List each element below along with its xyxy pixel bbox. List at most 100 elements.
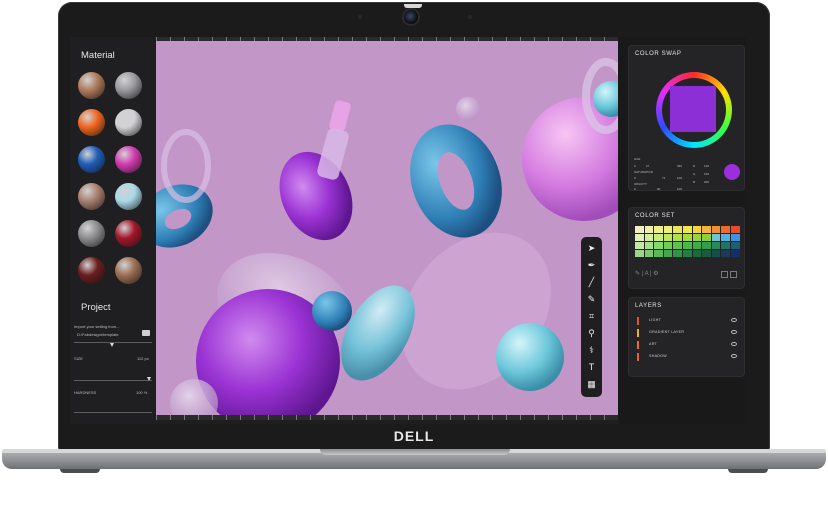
palette-swatch[interactable] bbox=[673, 226, 683, 233]
sensor-dot bbox=[358, 15, 362, 19]
edit-tools-icon[interactable]: ✎ | A | ⚙ bbox=[635, 270, 659, 277]
layer-row[interactable]: SHADOW bbox=[637, 352, 739, 362]
design-canvas[interactable] bbox=[156, 41, 618, 415]
burgundy-sphere-icon[interactable] bbox=[78, 257, 105, 284]
eyedropper-tool-icon[interactable]: ⚕ bbox=[586, 345, 597, 356]
eye-icon[interactable] bbox=[731, 354, 737, 358]
palette-swatch[interactable] bbox=[635, 226, 645, 233]
palette-swatch[interactable] bbox=[663, 250, 674, 257]
palette-swatch[interactable] bbox=[730, 242, 741, 249]
layer-color-bar bbox=[637, 341, 639, 349]
palette-swatch[interactable] bbox=[635, 242, 645, 249]
palette-swatch[interactable] bbox=[682, 242, 693, 249]
delete-swatch-icon[interactable] bbox=[730, 271, 737, 278]
palette-swatch[interactable] bbox=[702, 226, 712, 233]
palette-swatch[interactable] bbox=[663, 234, 674, 241]
copper-sphere-icon[interactable] bbox=[78, 72, 105, 99]
palette-swatch[interactable] bbox=[654, 234, 664, 241]
privacy-shutter bbox=[404, 4, 422, 8]
crop-tool-icon[interactable]: ⌗ bbox=[586, 311, 597, 322]
palette-swatch[interactable] bbox=[644, 226, 655, 233]
palette-swatch[interactable] bbox=[654, 226, 664, 233]
zoom-tool-icon[interactable]: ⚲ bbox=[586, 328, 597, 339]
laptop-base bbox=[2, 449, 826, 469]
palette-swatch[interactable] bbox=[654, 242, 664, 249]
tan-sphere-icon[interactable] bbox=[115, 257, 142, 284]
orange-sphere-icon[interactable] bbox=[78, 109, 105, 136]
palette-swatch[interactable] bbox=[702, 242, 712, 249]
palette-swatch[interactable] bbox=[711, 234, 722, 241]
palette-swatch[interactable] bbox=[692, 234, 703, 241]
webcam-icon bbox=[404, 10, 418, 24]
size-slider[interactable] bbox=[74, 380, 152, 381]
r-label: R bbox=[693, 164, 696, 168]
palette-swatch[interactable] bbox=[711, 250, 722, 257]
eye-icon[interactable] bbox=[731, 330, 737, 334]
palette-swatch[interactable] bbox=[692, 250, 703, 257]
palette-swatch[interactable] bbox=[635, 250, 645, 257]
g-label: G bbox=[693, 172, 696, 176]
palette-swatch[interactable] bbox=[644, 242, 655, 249]
palette-swatch[interactable] bbox=[692, 226, 703, 233]
layer-row[interactable]: GRADIENT LAYER bbox=[637, 328, 739, 338]
pen-tool-icon[interactable]: ✒ bbox=[586, 260, 597, 271]
palette-swatch[interactable] bbox=[702, 234, 712, 241]
palette-swatch[interactable] bbox=[721, 234, 731, 241]
palette-swatch[interactable] bbox=[730, 226, 741, 233]
palette-swatch[interactable] bbox=[721, 250, 731, 257]
white-sphere-icon[interactable] bbox=[115, 109, 142, 136]
opacity-min: 0 bbox=[634, 187, 636, 191]
layer-color-bar bbox=[637, 317, 639, 325]
current-color-dot[interactable] bbox=[724, 164, 740, 180]
lid-opening-notch bbox=[320, 449, 510, 455]
bronze-sphere-icon[interactable] bbox=[78, 183, 105, 210]
eye-icon[interactable] bbox=[731, 318, 737, 322]
hardness-slider[interactable] bbox=[74, 412, 152, 413]
palette-swatch[interactable] bbox=[692, 242, 703, 249]
select-arrow-tool-icon[interactable]: ➤ bbox=[586, 243, 597, 254]
palette-swatch[interactable] bbox=[682, 234, 693, 241]
marble-sphere-icon[interactable] bbox=[78, 220, 105, 247]
import-path[interactable]: D:\Fabdesignr\template bbox=[77, 332, 119, 337]
gradient-tool-icon[interactable]: ▦ bbox=[586, 379, 597, 390]
glass-sphere-icon[interactable] bbox=[115, 183, 142, 210]
layer-row[interactable]: LIGHT bbox=[637, 316, 739, 326]
palette-swatch[interactable] bbox=[673, 250, 683, 257]
palette-row bbox=[635, 234, 741, 241]
palette-swatch[interactable] bbox=[682, 250, 693, 257]
folder-icon[interactable] bbox=[142, 330, 150, 336]
palette-swatch[interactable] bbox=[711, 226, 722, 233]
palette-swatch[interactable] bbox=[711, 242, 722, 249]
palette-swatch[interactable] bbox=[663, 242, 674, 249]
import-dropdown-knob[interactable] bbox=[110, 343, 114, 347]
palette-swatch[interactable] bbox=[644, 250, 655, 257]
palette-swatch[interactable] bbox=[654, 250, 664, 257]
size-slider-knob[interactable] bbox=[147, 377, 151, 381]
red-sphere-icon[interactable] bbox=[115, 220, 142, 247]
material-title: Material bbox=[81, 50, 115, 61]
palette-swatch[interactable] bbox=[730, 250, 741, 257]
add-swatch-icon[interactable] bbox=[721, 271, 728, 278]
chrome-sphere-icon[interactable] bbox=[115, 72, 142, 99]
hue-value: 27 bbox=[646, 164, 650, 168]
selected-color-square[interactable] bbox=[670, 86, 716, 132]
palette-swatch[interactable] bbox=[673, 234, 683, 241]
palette-swatch[interactable] bbox=[721, 226, 731, 233]
right-panel: COLOR SWAP HUE 0 27 360 SATURATION 0 71 … bbox=[618, 37, 746, 424]
eye-icon[interactable] bbox=[731, 342, 737, 346]
palette-swatch[interactable] bbox=[721, 242, 731, 249]
palette-swatch[interactable] bbox=[663, 226, 674, 233]
pencil-tool-icon[interactable]: ✎ bbox=[586, 294, 597, 305]
palette-swatch[interactable] bbox=[673, 242, 683, 249]
palette-swatch[interactable] bbox=[702, 250, 712, 257]
palette-swatch[interactable] bbox=[730, 234, 741, 241]
b-label: B bbox=[693, 180, 696, 184]
palette-swatch[interactable] bbox=[644, 234, 655, 241]
layer-row[interactable]: ART bbox=[637, 340, 739, 350]
pink-sphere-icon[interactable] bbox=[115, 146, 142, 173]
palette-swatch[interactable] bbox=[682, 226, 693, 233]
brush-tool-icon[interactable]: ╱ bbox=[586, 277, 597, 288]
text-tool-icon[interactable]: T bbox=[586, 362, 597, 373]
palette-swatch[interactable] bbox=[635, 234, 645, 241]
blue-sphere-icon[interactable] bbox=[78, 146, 105, 173]
